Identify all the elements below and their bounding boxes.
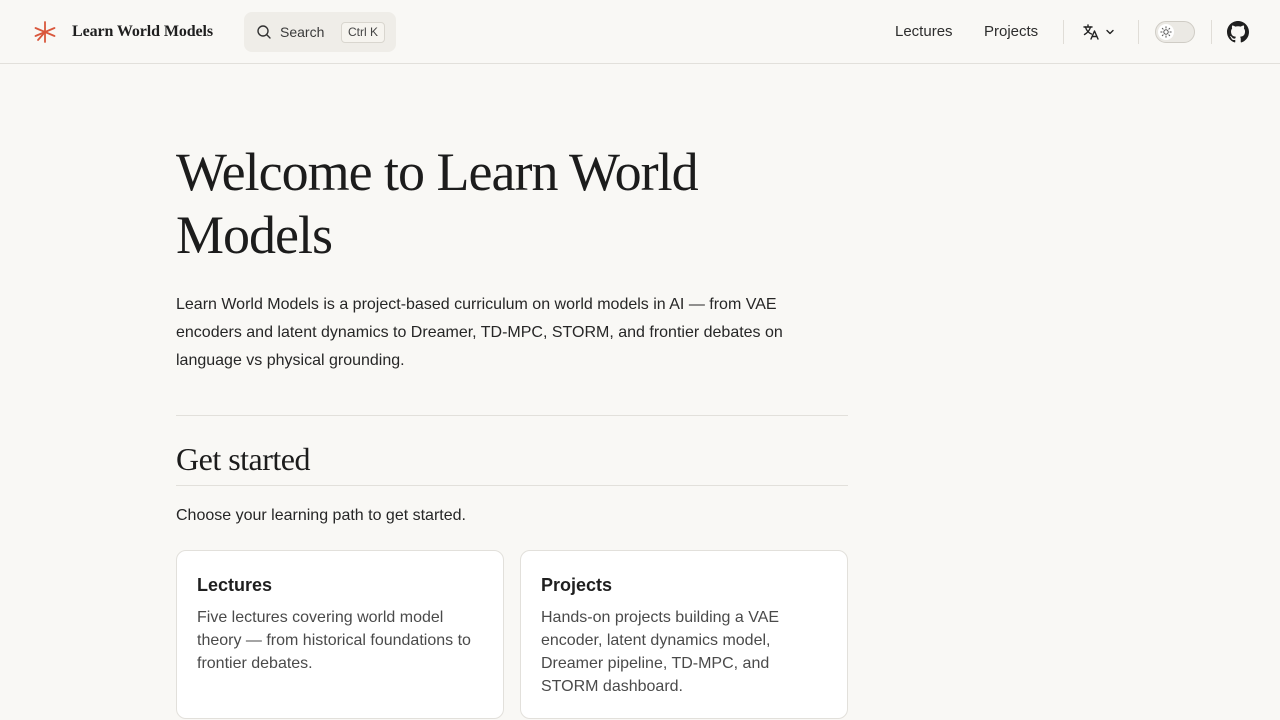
theme-toggle[interactable] xyxy=(1155,21,1195,43)
translate-icon xyxy=(1083,24,1099,40)
sun-icon xyxy=(1160,26,1172,38)
nav-divider xyxy=(1063,20,1064,44)
intro-paragraph: Learn World Models is a project-based cu… xyxy=(176,296,783,369)
divider xyxy=(176,485,848,486)
card-title: Lectures xyxy=(197,575,273,595)
nav-link-lectures[interactable]: Lectures xyxy=(895,21,953,43)
asterisk-logo-icon xyxy=(34,21,56,43)
card-description: Five lectures covering world model theor… xyxy=(197,609,471,672)
nav-divider xyxy=(1211,20,1212,44)
card-description: Hands-on projects building a VAE encoder… xyxy=(541,609,780,695)
nav-link-projects[interactable]: Projects xyxy=(984,21,1038,43)
brand-title: Learn World Models xyxy=(72,23,214,40)
search-label: Search xyxy=(280,24,325,40)
card-projects[interactable]: Projects Hands-on projects building a VA… xyxy=(520,550,848,719)
github-icon[interactable] xyxy=(1227,21,1249,43)
search-icon xyxy=(257,25,271,39)
section-subtitle: Choose your learning path to get started… xyxy=(176,507,466,524)
top-navbar: Learn World Models Search Ctrl K Lecture… xyxy=(0,0,1280,64)
search-shortcut-badge: Ctrl K xyxy=(341,22,385,43)
page-title: Welcome to Learn World Models xyxy=(176,142,699,265)
theme-toggle-knob xyxy=(1158,24,1174,40)
section-title-get-started: Get started xyxy=(176,441,311,477)
brand-home-link[interactable]: Learn World Models xyxy=(32,18,213,46)
card-lectures[interactable]: Lectures Five lectures covering world mo… xyxy=(176,550,504,719)
card-title: Projects xyxy=(541,575,613,595)
language-switcher[interactable] xyxy=(1082,22,1115,42)
chevron-down-icon xyxy=(1106,29,1114,35)
nav-divider xyxy=(1138,20,1139,44)
divider xyxy=(176,415,848,416)
search-button[interactable]: Search Ctrl K xyxy=(244,12,396,52)
